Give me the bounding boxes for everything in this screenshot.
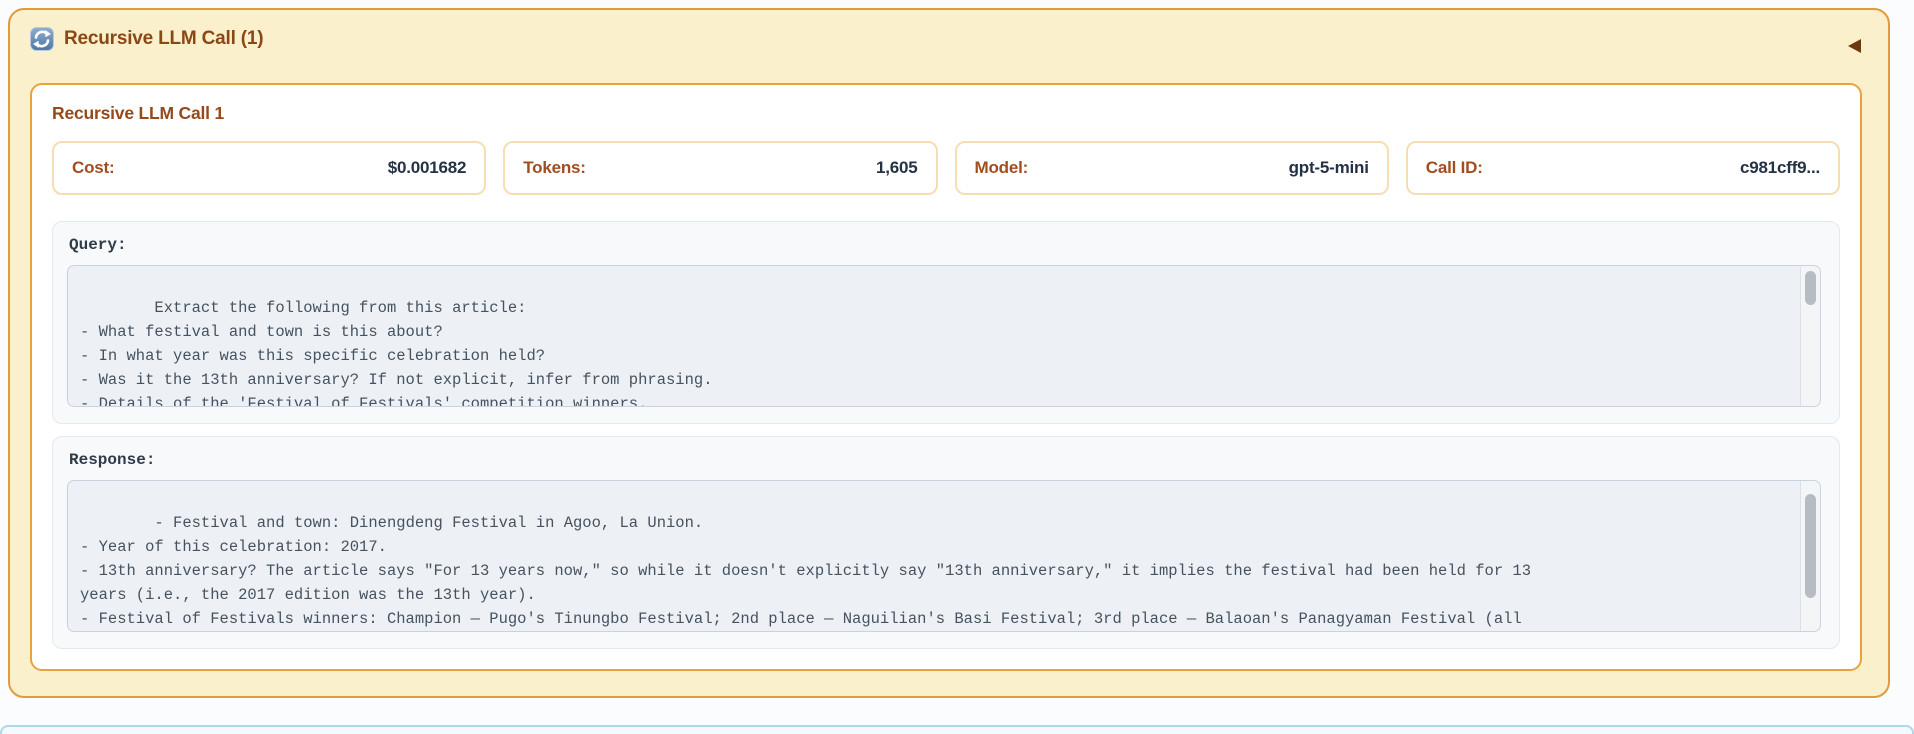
query-text: Extract the following from this article:… xyxy=(80,299,713,407)
response-scrollbar-track[interactable] xyxy=(1800,481,1820,631)
llm-call-card: Recursive LLM Call 1 Cost: $0.001682 Tok… xyxy=(30,83,1862,671)
response-scrollbar-thumb[interactable] xyxy=(1805,494,1816,598)
stat-value: gpt-5-mini xyxy=(1289,158,1369,178)
response-text: - Festival and town: Dinengdeng Festival… xyxy=(80,514,1531,632)
collapse-icon[interactable] xyxy=(1848,39,1861,53)
stat-value: 1,605 xyxy=(876,158,918,178)
query-text-box[interactable]: Extract the following from this article:… xyxy=(67,265,1821,407)
response-section: Response: - Festival and town: Dinengden… xyxy=(52,436,1840,649)
stat-card-tokens: Tokens: 1,605 xyxy=(503,141,937,195)
stat-label: Tokens: xyxy=(523,158,586,178)
query-scrollbar-thumb[interactable] xyxy=(1805,271,1816,305)
stat-card-model: Model: gpt-5-mini xyxy=(955,141,1389,195)
stat-card-cost: Cost: $0.001682 xyxy=(52,141,486,195)
stat-label: Model: xyxy=(975,158,1029,178)
query-label: Query: xyxy=(69,236,1821,254)
call-card-title: Recursive LLM Call 1 xyxy=(52,103,1840,124)
panel-header[interactable]: Recursive LLM Call (1) xyxy=(10,10,1888,67)
response-label: Response: xyxy=(69,451,1821,469)
query-scrollbar-track[interactable] xyxy=(1800,266,1820,406)
stats-row: Cost: $0.001682 Tokens: 1,605 Model: gpt… xyxy=(52,141,1840,195)
stat-value: c981cff9... xyxy=(1740,158,1820,178)
next-section-top-edge xyxy=(0,725,1914,734)
query-section: Query: Extract the following from this a… xyxy=(52,221,1840,424)
stat-label: Cost: xyxy=(72,158,114,178)
recursive-llm-call-panel: Recursive LLM Call (1) Recursive LLM Cal… xyxy=(8,8,1890,698)
response-text-box[interactable]: - Festival and town: Dinengdeng Festival… xyxy=(67,480,1821,632)
stat-value: $0.001682 xyxy=(388,158,467,178)
refresh-icon xyxy=(30,27,54,51)
stat-card-call-id: Call ID: c981cff9... xyxy=(1406,141,1840,195)
stat-label: Call ID: xyxy=(1426,158,1483,178)
panel-title: Recursive LLM Call (1) xyxy=(64,28,263,50)
